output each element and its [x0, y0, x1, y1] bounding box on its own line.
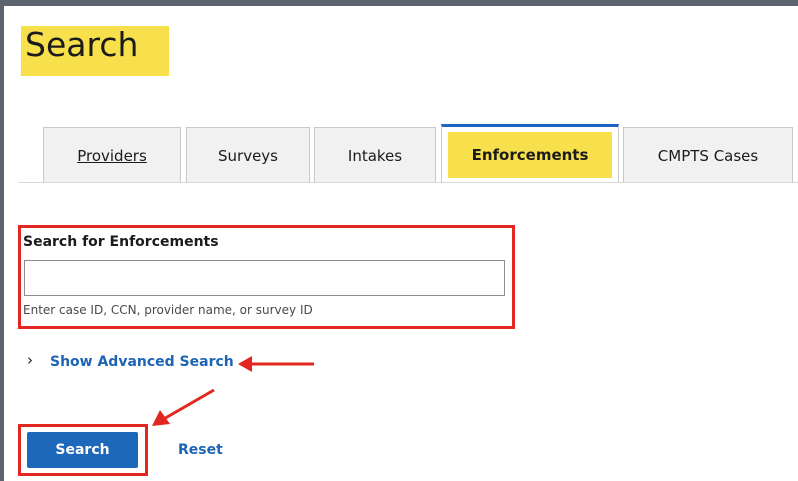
reset-button[interactable]: Reset	[178, 442, 223, 458]
page-title: Search	[21, 26, 169, 76]
tab-enforcements[interactable]: Enforcements	[441, 124, 619, 183]
red-arrow-icon	[238, 356, 314, 372]
tab-surveys[interactable]: Surveys	[186, 127, 310, 183]
search-field-label: Search for Enforcements	[23, 234, 219, 250]
search-helper-text: Enter case ID, CCN, provider name, or su…	[23, 303, 313, 317]
search-input[interactable]	[24, 260, 505, 296]
search-button[interactable]: Search	[27, 432, 138, 468]
tab-label: Providers	[77, 146, 147, 165]
window-top-border	[0, 0, 798, 6]
tabs-divider	[18, 182, 798, 183]
red-arrow-icon	[152, 388, 215, 426]
tab-label: Intakes	[347, 146, 403, 165]
window-left-border	[0, 0, 4, 481]
tab-label: Surveys	[218, 146, 278, 165]
tab-cmpts-cases[interactable]: CMPTS Cases	[623, 127, 793, 183]
tab-label: CMPTS Cases	[657, 146, 759, 165]
chevron-right-icon[interactable]: ›	[27, 351, 33, 369]
tab-label: Enforcements	[447, 132, 613, 178]
tab-intakes[interactable]: Intakes	[314, 127, 436, 183]
show-advanced-search-link[interactable]: Show Advanced Search	[50, 354, 234, 370]
tab-providers[interactable]: Providers	[43, 127, 181, 183]
